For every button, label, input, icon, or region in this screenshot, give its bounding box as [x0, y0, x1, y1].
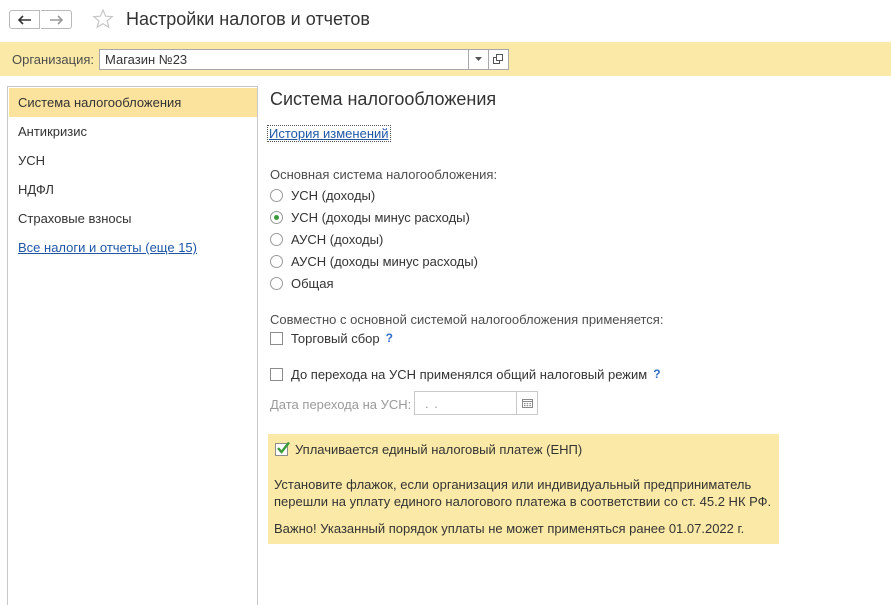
enp-panel: Уплачивается единый налоговый платеж (ЕН… [268, 434, 779, 544]
radio-label: УСН (доходы минус расходы) [291, 209, 470, 225]
prior-general-label: До перехода на УСН применялся общий нало… [291, 366, 648, 382]
sidebar: Система налогообложения Антикризис УСН Н… [7, 86, 258, 605]
transition-date-label: Дата перехода на УСН: [270, 397, 412, 412]
calendar-button[interactable] [516, 391, 538, 415]
enp-warning: Важно! Указанный порядок уплаты не может… [274, 521, 745, 536]
trade-fee-option[interactable]: Торговый сбор ? [270, 329, 393, 347]
open-window-icon [493, 54, 503, 64]
all-taxes-link[interactable]: Все налоги и отчеты (еще 15) [18, 240, 197, 255]
trade-fee-checkbox[interactable] [270, 331, 283, 345]
help-icon[interactable]: ? [653, 367, 660, 381]
sidebar-item-insurance[interactable]: Страховые взносы [9, 204, 257, 233]
sidebar-item-ndfl[interactable]: НДФЛ [9, 175, 257, 204]
sidebar-item-tax-system[interactable]: Система налогообложения [9, 88, 257, 117]
page-title: Настройки налогов и отчетов [126, 9, 370, 29]
radio-button[interactable] [270, 276, 283, 290]
checkmark-icon [277, 441, 290, 454]
section-title: Система налогообложения [270, 89, 497, 109]
organization-label: Организация: [12, 52, 95, 67]
radio-general[interactable]: Общая [270, 274, 334, 292]
radio-button[interactable] [270, 188, 283, 202]
sidebar-item-anticrisis[interactable]: Антикризис [9, 117, 257, 146]
transition-date-input[interactable]: . . [414, 391, 517, 415]
forward-button[interactable] [41, 10, 72, 29]
organization-dropdown-button[interactable] [468, 49, 489, 70]
combined-label: Совместно с основной системой налогообло… [270, 312, 664, 327]
title-bar: Настройки налогов и отчетов [0, 0, 891, 42]
prior-general-checkbox[interactable] [270, 367, 283, 381]
help-icon[interactable]: ? [386, 331, 393, 345]
radio-label: УСН (доходы) [291, 187, 376, 203]
arrow-left-icon [17, 14, 31, 25]
radio-ausn-income[interactable]: АУСН (доходы) [270, 230, 383, 248]
enp-checkbox[interactable] [275, 441, 290, 456]
favorite-button[interactable] [92, 8, 114, 33]
radio-button-selected[interactable] [270, 210, 283, 224]
enp-label: Уплачивается единый налоговый платеж (ЕН… [295, 441, 583, 457]
radio-label: Общая [291, 275, 334, 291]
radio-label: АУСН (доходы минус расходы) [291, 253, 478, 269]
organization-field[interactable]: Магазин №23 [99, 49, 469, 70]
radio-usn-income-minus-expenses[interactable]: УСН (доходы минус расходы) [270, 208, 470, 226]
history-link[interactable]: История изменений [267, 125, 391, 142]
calendar-icon [521, 399, 533, 408]
sidebar-more-link-wrap: Все налоги и отчеты (еще 15) [9, 233, 257, 262]
arrow-right-icon [50, 14, 63, 25]
radio-label: АУСН (доходы) [291, 231, 384, 247]
back-button[interactable] [9, 10, 40, 29]
radio-button[interactable] [270, 254, 283, 268]
sidebar-item-usn[interactable]: УСН [9, 146, 257, 175]
enp-option[interactable]: Уплачивается единый налоговый платеж (ЕН… [275, 440, 582, 458]
organization-open-button[interactable] [488, 49, 509, 70]
radio-ausn-income-minus-expenses[interactable]: АУСН (доходы минус расходы) [270, 252, 478, 270]
chevron-down-icon [475, 57, 482, 61]
tax-system-label: Основная система налогообложения: [270, 167, 498, 182]
radio-button[interactable] [270, 232, 283, 246]
trade-fee-label: Торговый сбор [291, 330, 380, 346]
prior-general-option[interactable]: До перехода на УСН применялся общий нало… [270, 365, 661, 383]
enp-description: Установите флажок, если организация или … [274, 477, 772, 509]
star-icon [92, 8, 114, 29]
radio-usn-income[interactable]: УСН (доходы) [270, 186, 375, 204]
